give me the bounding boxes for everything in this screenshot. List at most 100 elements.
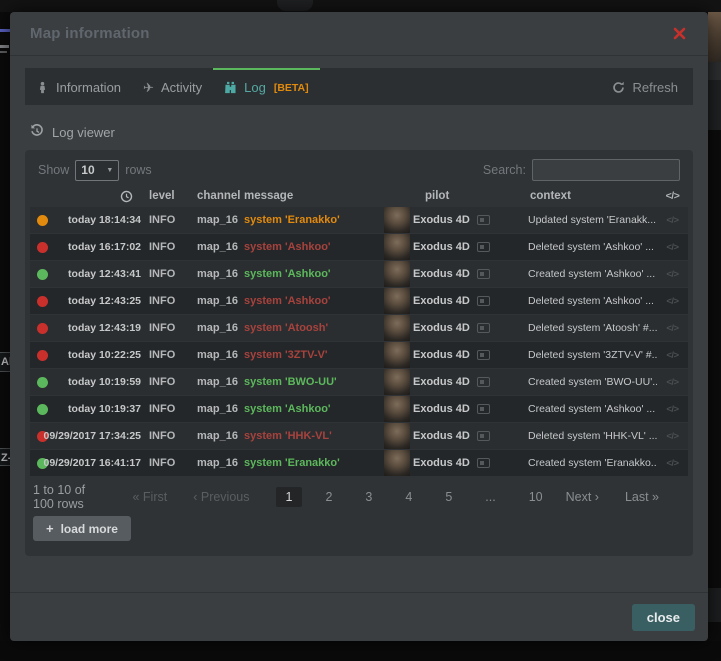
pilot-cell: Exodus 4D xyxy=(410,268,520,280)
background-right-block xyxy=(708,588,721,622)
tab-information[interactable]: Information xyxy=(25,68,132,105)
log-time: today 10:19:59 xyxy=(68,376,141,388)
status-cell xyxy=(30,241,58,253)
header-pilot: pilot xyxy=(410,190,520,202)
page-button[interactable]: 10 xyxy=(519,487,553,507)
id-card-icon xyxy=(477,242,490,252)
status-dot-red xyxy=(37,242,48,253)
page-size-select[interactable]: 10 ▼ xyxy=(75,160,119,181)
code-icon[interactable]: </> xyxy=(666,404,678,415)
tab-label: Log xyxy=(244,80,266,95)
refresh-button[interactable]: Refresh xyxy=(597,68,693,105)
page-button[interactable]: 5 xyxy=(435,487,462,507)
background-top-strip xyxy=(0,0,721,12)
log-time: 09/29/2017 17:34:25 xyxy=(44,430,142,442)
log-message: system 'Eranakko' xyxy=(244,457,384,469)
log-context: Created system 'Ashkoo' ... xyxy=(520,403,657,415)
code-icon[interactable]: </> xyxy=(666,377,678,388)
close-icon[interactable] xyxy=(671,25,688,42)
log-level: INFO xyxy=(149,403,197,415)
page-button[interactable]: 2 xyxy=(315,487,342,507)
tab-label: Activity xyxy=(161,80,202,95)
pilot-name: Exodus 4D xyxy=(413,322,470,334)
code-cell: </> xyxy=(657,241,688,253)
log-time: today 10:19:37 xyxy=(68,403,141,415)
pilot-cell: Exodus 4D xyxy=(410,214,520,226)
log-channel: map_16 xyxy=(197,322,244,334)
rows-label: rows xyxy=(125,163,151,177)
pilot-name: Exodus 4D xyxy=(413,403,470,415)
pagination-first[interactable]: « First xyxy=(132,490,167,504)
id-card-icon xyxy=(477,431,490,441)
id-card-icon xyxy=(477,458,490,468)
load-more-button[interactable]: + load more xyxy=(33,516,131,541)
log-message: system 'Eranakko' xyxy=(244,214,384,226)
log-time: today 12:43:41 xyxy=(68,268,141,280)
log-message: system '3ZTV-V' xyxy=(244,349,384,361)
table-header: level channel message pilot context </> xyxy=(30,186,688,206)
log-message: system 'HHK-VL' xyxy=(244,430,384,442)
id-card-icon xyxy=(477,296,490,306)
pilot-name: Exodus 4D xyxy=(413,457,470,469)
pilot-avatar xyxy=(384,261,410,287)
pilot-name: Exodus 4D xyxy=(413,295,470,307)
log-row: 09/29/2017 17:34:25 INFOmap_16system 'HHK… xyxy=(30,423,688,449)
code-icon[interactable]: </> xyxy=(666,458,678,469)
log-time: today 16:17:02 xyxy=(68,241,141,253)
background-right-block xyxy=(708,80,721,130)
log-time: today 12:43:25 xyxy=(68,295,141,307)
code-icon[interactable]: </> xyxy=(666,431,678,442)
pagination-last[interactable]: Last » xyxy=(625,490,659,504)
search-label: Search: xyxy=(483,163,526,177)
section-heading: Log viewer xyxy=(30,122,688,142)
code-cell: </> xyxy=(657,214,688,226)
tab-label: Information xyxy=(56,80,121,95)
avatar-cell xyxy=(384,261,410,287)
pagination-next[interactable]: Next › xyxy=(566,490,599,504)
page-button[interactable]: 4 xyxy=(395,487,422,507)
pilot-name: Exodus 4D xyxy=(413,376,470,388)
pagination-previous[interactable]: ‹ Previous xyxy=(193,490,249,504)
log-context: Deleted system 'Ashkoo' ... xyxy=(520,295,657,307)
code-cell: </> xyxy=(657,295,688,307)
log-level: INFO xyxy=(149,295,197,307)
log-level: INFO xyxy=(149,241,197,253)
log-level: INFO xyxy=(149,430,197,442)
search-input[interactable] xyxy=(532,159,680,181)
dialog-header: Map information xyxy=(10,12,708,56)
log-channel: map_16 xyxy=(197,430,244,442)
code-icon[interactable]: </> xyxy=(666,215,678,226)
id-card-icon xyxy=(477,377,490,387)
code-icon[interactable]: </> xyxy=(666,242,678,253)
pilot-cell: Exodus 4D xyxy=(410,322,520,334)
id-card-icon xyxy=(477,269,490,279)
tab-log[interactable]: Log [BETA] xyxy=(213,68,320,105)
dialog-title: Map information xyxy=(30,25,150,42)
code-icon[interactable]: </> xyxy=(666,323,678,334)
binoculars-icon xyxy=(224,81,237,94)
pilot-cell: Exodus 4D xyxy=(410,376,520,388)
page-button[interactable]: 1 xyxy=(276,487,303,507)
avatar-cell xyxy=(384,315,410,341)
code-icon[interactable]: </> xyxy=(666,269,678,280)
code-cell: </> xyxy=(657,349,688,361)
page-button[interactable]: 3 xyxy=(355,487,382,507)
pagination: 1 to 10 of 100 rows « First ‹ Previous 1… xyxy=(33,485,685,509)
log-level: INFO xyxy=(149,457,197,469)
log-level: INFO xyxy=(149,268,197,280)
pilot-cell: Exodus 4D xyxy=(410,295,520,307)
status-cell xyxy=(30,322,58,334)
code-icon[interactable]: </> xyxy=(666,350,678,361)
tab-activity[interactable]: ✈ Activity xyxy=(132,68,213,105)
log-context: Created system 'Ashkoo' ... xyxy=(520,268,657,280)
log-message: system 'Ashkoo' xyxy=(244,268,384,280)
log-viewer-panel: Show 10 ▼ rows Search: lev xyxy=(25,150,693,556)
avatar-cell xyxy=(384,369,410,395)
log-context: Deleted system 'HHK-VL' ... xyxy=(520,430,657,442)
section-title: Log viewer xyxy=(52,125,115,140)
code-icon[interactable]: </> xyxy=(666,296,678,307)
log-channel: map_16 xyxy=(197,268,244,280)
close-button[interactable]: close xyxy=(632,604,695,631)
background-portrait-fragment xyxy=(708,12,721,62)
log-channel: map_16 xyxy=(197,403,244,415)
